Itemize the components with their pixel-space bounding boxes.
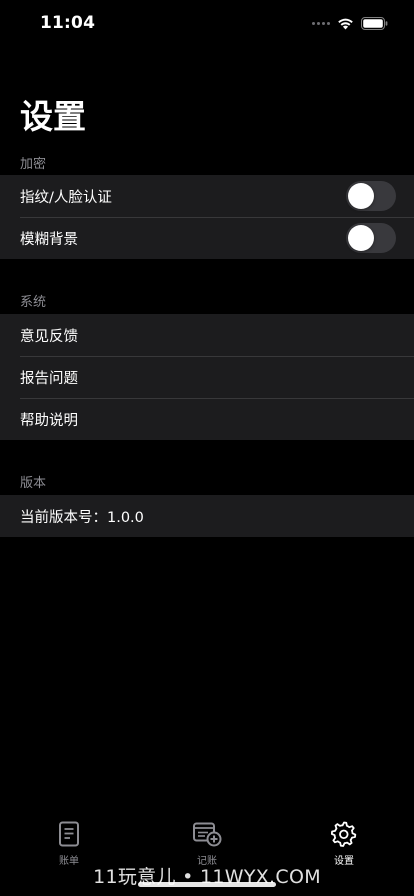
tab-settings[interactable]: 设置 xyxy=(304,820,384,867)
version-label: 当前版本号：1.0.0 xyxy=(20,509,144,526)
tab-bills[interactable]: 账单 xyxy=(29,820,109,867)
group-encryption: 指纹/人脸认证 模糊背景 xyxy=(0,175,414,259)
add-record-icon xyxy=(192,820,222,848)
section-header-version: 版本 xyxy=(20,476,47,491)
group-system: 意见反馈 报告问题 帮助说明 xyxy=(0,314,414,440)
section-header-system: 系统 xyxy=(20,295,47,310)
section-header-encryption: 加密 xyxy=(20,157,47,172)
toggle-knob xyxy=(348,183,374,209)
row-blur-background: 模糊背景 xyxy=(0,217,414,259)
row-help[interactable]: 帮助说明 xyxy=(0,398,414,440)
cellular-signal-icon xyxy=(312,21,330,25)
row-biometric-auth: 指纹/人脸认证 xyxy=(0,175,414,217)
row-label: 指纹/人脸认证 xyxy=(20,189,112,206)
battery-icon xyxy=(361,16,388,30)
row-label: 意见反馈 xyxy=(20,328,78,345)
tab-add-record[interactable]: 记账 xyxy=(167,820,247,867)
biometric-auth-toggle[interactable] xyxy=(346,181,396,211)
page-title: 设置 xyxy=(20,97,86,136)
gear-icon xyxy=(331,820,357,848)
status-icons xyxy=(312,15,388,31)
row-label: 模糊背景 xyxy=(20,231,78,248)
row-report-issue[interactable]: 报告问题 xyxy=(0,356,414,398)
group-version: 当前版本号：1.0.0 xyxy=(0,495,414,537)
blur-background-toggle[interactable] xyxy=(346,223,396,253)
row-label: 报告问题 xyxy=(20,370,78,387)
status-bar: 11:04 xyxy=(0,0,414,46)
wifi-icon xyxy=(338,18,353,29)
toggle-knob xyxy=(348,225,374,251)
row-current-version: 当前版本号：1.0.0 xyxy=(0,495,414,537)
document-icon xyxy=(58,820,80,848)
status-time: 11:04 xyxy=(40,13,96,33)
home-indicator xyxy=(138,882,276,887)
row-label: 帮助说明 xyxy=(20,412,78,429)
row-feedback[interactable]: 意见反馈 xyxy=(0,314,414,356)
